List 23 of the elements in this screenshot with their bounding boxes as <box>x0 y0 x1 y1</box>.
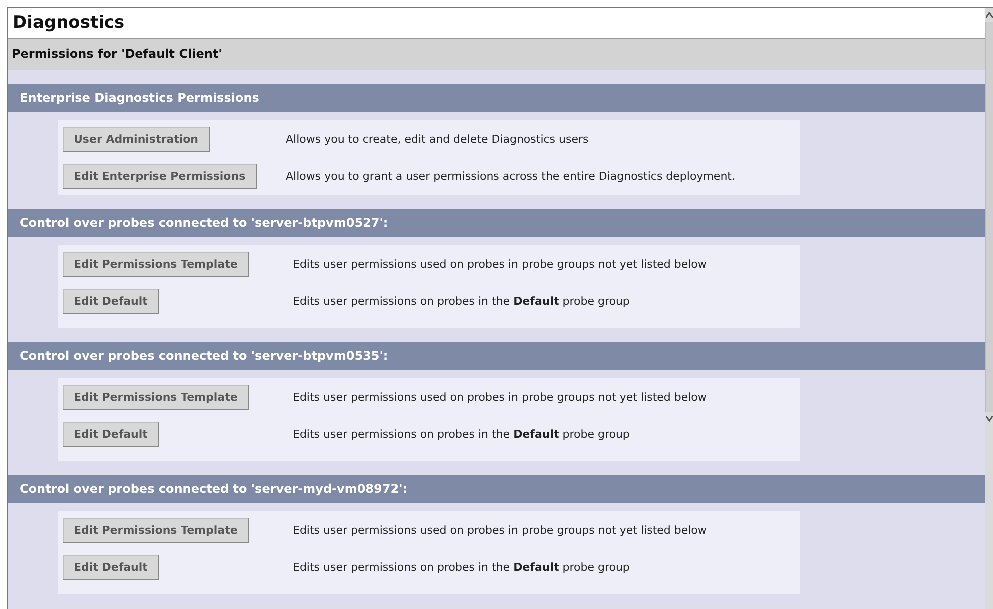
action-description: Edits user permissions on probes in the Default probe group <box>293 428 631 441</box>
action-description: Edits user permissions on probes in the Default probe group <box>293 561 631 574</box>
section-header: Control over probes connected to 'server-btpvm0527': <box>8 209 985 237</box>
action-button[interactable]: Edit Default <box>63 555 159 580</box>
action-button[interactable]: Edit Enterprise Permissions <box>63 164 257 189</box>
action-description: Edits user permissions used on probes in probe groups not yet listed below <box>293 258 708 271</box>
action-description: Edits user permissions used on probes in probe groups not yet listed below <box>293 524 708 537</box>
action-button[interactable]: Edit Permissions Template <box>63 518 249 543</box>
section-header: Control over probes connected to 'server-btpvm0535': <box>8 342 985 370</box>
action-description: Edits user permissions on probes in the Default probe group <box>293 295 631 308</box>
action-button[interactable]: Edit Permissions Template <box>63 385 249 410</box>
action-button[interactable]: Edit Default <box>63 422 159 447</box>
action-button[interactable]: User Administration <box>63 127 210 152</box>
section-header: Control over probes connected to 'server-myd-vm08972': <box>8 475 985 503</box>
action-description: Edits user permissions used on probes in probe groups not yet listed below <box>293 391 708 404</box>
action-description: Allows you to grant a user permissions across the entire Diagnostics deployment. <box>286 170 736 183</box>
action-button[interactable]: Edit Permissions Template <box>63 252 249 277</box>
subtitle-bar: Permissions for 'Default Client' <box>8 39 985 70</box>
scroll-up-icon[interactable] <box>986 12 992 18</box>
action-description: Allows you to create, edit and delete Diagnostics users <box>286 133 590 146</box>
scroll-down-icon[interactable] <box>986 416 992 422</box>
action-button[interactable]: Edit Default <box>63 289 159 314</box>
section-header: Enterprise Diagnostics Permissions <box>8 84 985 112</box>
